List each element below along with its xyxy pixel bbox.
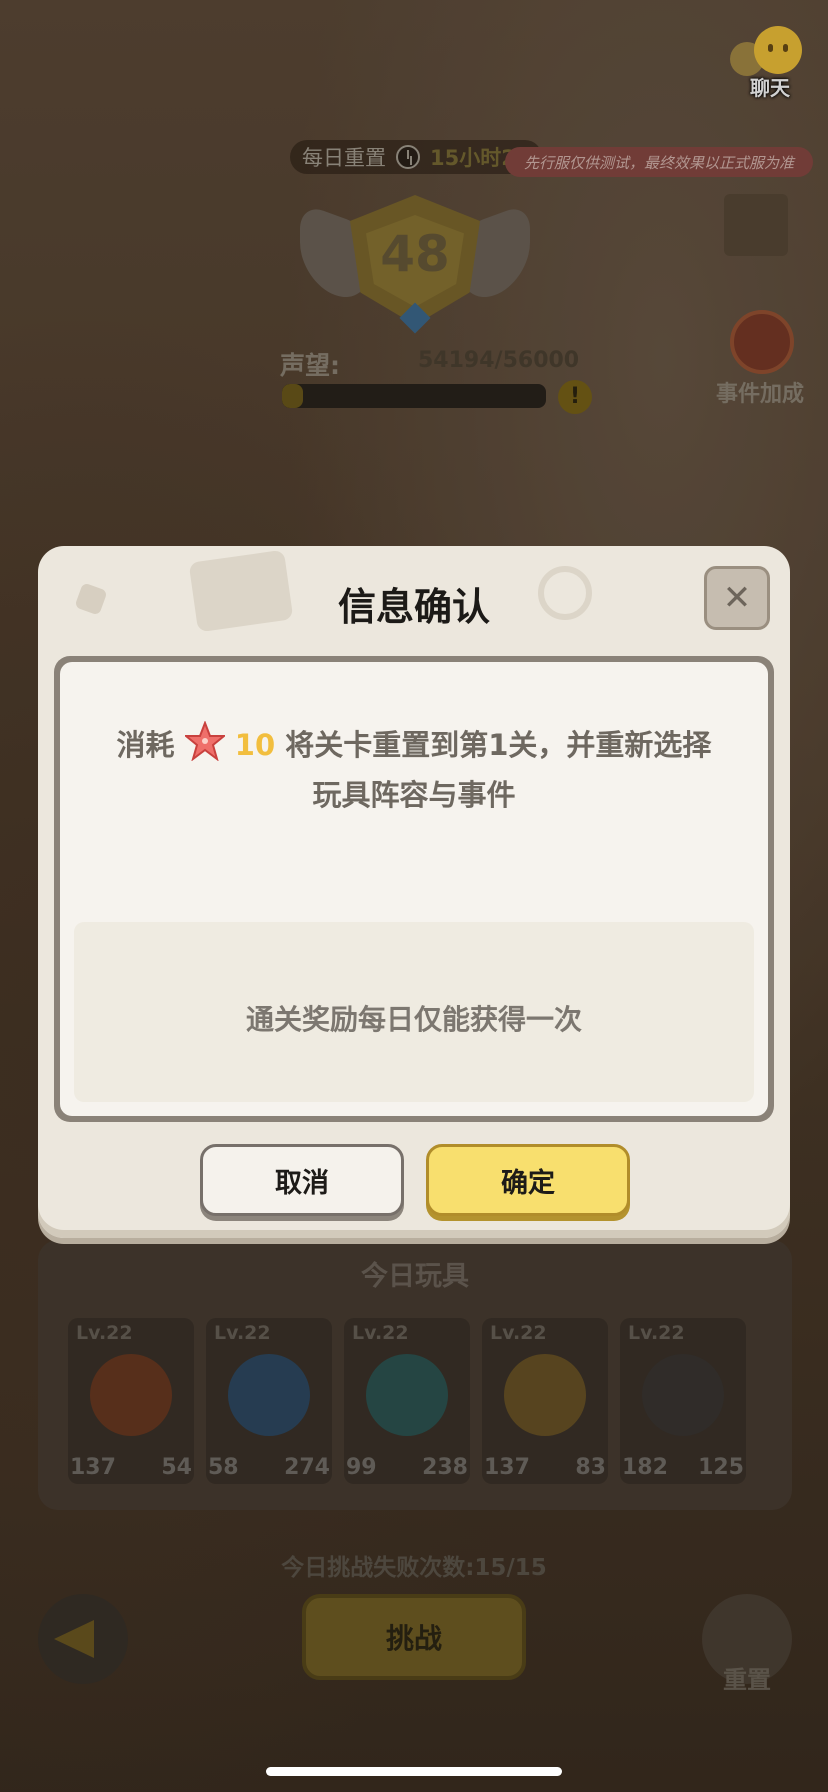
confirm-button[interactable]: 确定 [426, 1144, 630, 1216]
reward-note: 通关奖励每日仅能获得一次 [245, 1003, 582, 1036]
close-icon: ✕ [722, 578, 752, 618]
reward-note-box: 通关奖励每日仅能获得一次 [74, 922, 754, 1102]
message-line1: 将关卡重置到第1关，并重新选择 [285, 728, 712, 762]
message-line2: 玩具阵容与事件 [312, 778, 516, 812]
message-prefix: 消耗 [116, 728, 175, 762]
dialog-message: 消耗 10 将关卡重置到第1关，并重新选择 玩具阵容与事件 [60, 720, 768, 820]
close-button[interactable]: ✕ [704, 566, 770, 630]
cancel-button[interactable]: 取消 [200, 1144, 404, 1216]
confirm-dialog: 信息确认 ✕ 消耗 10 将关卡重置到第1关，并重新选择 玩具阵容与事件 通关奖… [38, 546, 790, 1238]
starfish-icon [184, 721, 225, 761]
dialog-content: 消耗 10 将关卡重置到第1关，并重新选择 玩具阵容与事件 通关奖励每日仅能获得… [60, 662, 768, 1116]
dialog-title: 信息确认 [337, 585, 490, 629]
cost-amount: 10 [234, 728, 276, 762]
home-indicator[interactable] [266, 1767, 562, 1776]
dialog-content-frame: 消耗 10 将关卡重置到第1关，并重新选择 玩具阵容与事件 通关奖励每日仅能获得… [54, 656, 774, 1122]
